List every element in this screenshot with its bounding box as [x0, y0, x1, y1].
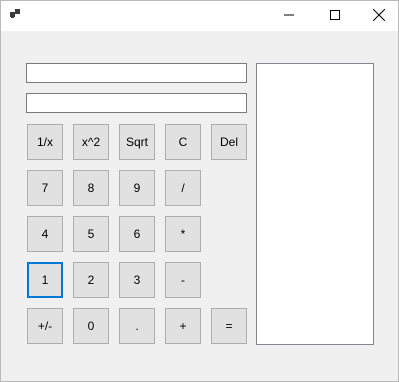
client-area: 1/x x^2 Sqrt C Del 7 8 9 / 4 5 6 * 1 2 3… [1, 31, 398, 381]
maximize-icon [330, 9, 340, 23]
digit-7-button[interactable]: 7 [27, 170, 63, 206]
digit-9-button[interactable]: 9 [119, 170, 155, 206]
digit-1-button[interactable]: 1 [27, 262, 63, 298]
maximize-button[interactable] [312, 1, 358, 31]
expression-input[interactable] [26, 63, 247, 83]
multiply-button[interactable]: * [165, 216, 201, 252]
equals-button[interactable]: = [211, 308, 247, 344]
digit-4-button[interactable]: 4 [27, 216, 63, 252]
digit-0-button[interactable]: 0 [73, 308, 109, 344]
close-button[interactable] [356, 1, 399, 31]
digit-8-button[interactable]: 8 [73, 170, 109, 206]
window-app-icon [10, 8, 22, 20]
minimize-button[interactable] [266, 1, 312, 31]
close-icon [372, 8, 386, 24]
title-bar[interactable] [1, 1, 398, 31]
reciprocal-button[interactable]: 1/x [27, 124, 63, 160]
decimal-button[interactable]: . [119, 308, 155, 344]
negate-button[interactable]: +/- [27, 308, 63, 344]
clear-button[interactable]: C [165, 124, 201, 160]
sqrt-button[interactable]: Sqrt [119, 124, 155, 160]
square-button[interactable]: x^2 [73, 124, 109, 160]
result-input[interactable] [26, 93, 247, 113]
delete-button[interactable]: Del [211, 124, 247, 160]
digit-3-button[interactable]: 3 [119, 262, 155, 298]
minimize-icon [284, 9, 294, 23]
subtract-button[interactable]: - [165, 262, 201, 298]
digit-5-button[interactable]: 5 [73, 216, 109, 252]
digit-6-button[interactable]: 6 [119, 216, 155, 252]
add-button[interactable]: + [165, 308, 201, 344]
history-list[interactable] [256, 63, 374, 345]
divide-button[interactable]: / [165, 170, 201, 206]
calculator-window: 1/x x^2 Sqrt C Del 7 8 9 / 4 5 6 * 1 2 3… [0, 0, 399, 382]
digit-2-button[interactable]: 2 [73, 262, 109, 298]
